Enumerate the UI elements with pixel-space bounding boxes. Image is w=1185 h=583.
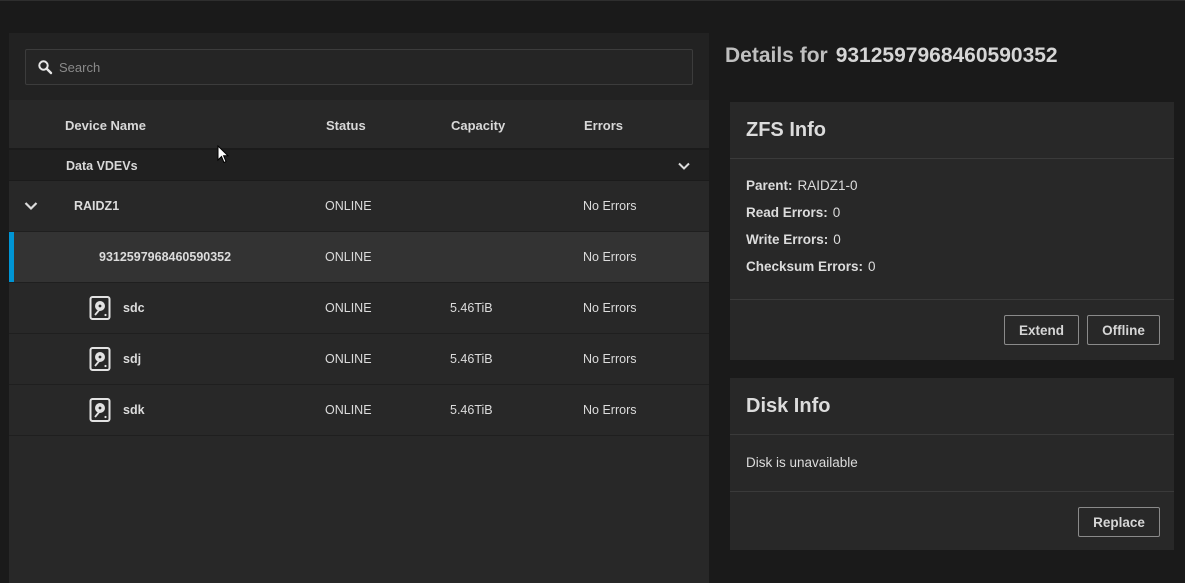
table-row-sdk[interactable]: sdk ONLINE 5.46TiB No Errors [9,385,709,436]
device-capacity: 5.46TiB [450,403,493,417]
device-errors: No Errors [583,199,637,213]
device-name: RAIDZ1 [74,199,120,213]
search-icon [37,59,53,75]
device-name: 9312597968460590352 [99,250,232,264]
details-prefix: Details for [725,44,828,67]
disk-info-body: Disk is unavailable [730,435,1174,491]
device-status: ONLINE [325,199,372,213]
field-label: Parent: [746,178,793,193]
device-name: sdk [123,403,145,417]
header-device-name[interactable]: Device Name [65,100,146,150]
offline-button[interactable]: Offline [1087,315,1160,345]
hard-disk-icon [89,347,111,371]
details-title: Details for 9312597968460590352 [725,44,1058,68]
disk-info-message: Disk is unavailable [746,455,858,470]
device-errors: No Errors [583,403,637,417]
table-header: Device Name Status Capacity Errors [9,100,709,150]
zfs-info-actions: Extend Offline [730,299,1174,359]
hard-disk-icon [89,296,111,320]
field-label: Read Errors: [746,205,828,220]
group-label: Data VDEVs [66,159,138,173]
chevron-down-icon[interactable] [23,198,39,214]
device-status: ONLINE [325,352,372,366]
extend-button[interactable]: Extend [1004,315,1079,345]
search-bar [9,33,709,100]
zfs-field-read-errors: Read Errors: 0 [746,199,1174,226]
field-value: 0 [833,232,841,247]
replace-button[interactable]: Replace [1078,507,1160,537]
details-device-id: 9312597968460590352 [835,44,1058,67]
group-data-vdevs[interactable]: Data VDEVs [9,150,709,181]
chevron-down-icon[interactable] [677,159,691,173]
field-label: Checksum Errors: [746,259,864,274]
hard-disk-icon [89,398,111,422]
header-errors[interactable]: Errors [584,100,623,150]
device-name: sdj [123,352,142,366]
disk-info-actions: Replace [730,491,1174,550]
device-capacity: 5.46TiB [450,352,493,366]
table-row-sdc[interactable]: sdc ONLINE 5.46TiB No Errors [9,283,709,334]
zfs-field-write-errors: Write Errors: 0 [746,226,1174,253]
device-status: ONLINE [325,250,372,264]
field-value: RAIDZ1-0 [797,178,858,193]
device-name: sdc [123,301,145,315]
device-errors: No Errors [583,250,637,264]
zfs-info-card: ZFS Info Parent: RAIDZ1-0 Read Errors: 0 W… [730,102,1174,360]
field-label: Write Errors: [746,232,829,247]
device-errors: No Errors [583,301,637,315]
field-value: 0 [868,259,876,274]
disk-info-card: Disk Info Disk is unavailable Replace [730,378,1174,550]
table-row-selected[interactable]: 9312597968460590352 ONLINE No Errors [9,232,709,283]
top-divider [0,0,1185,1]
mouse-cursor-icon [217,145,229,164]
zfs-field-parent: Parent: RAIDZ1-0 [746,172,1174,199]
device-errors: No Errors [583,352,637,366]
table-row-sdj[interactable]: sdj ONLINE 5.46TiB No Errors [9,334,709,385]
table-row-raidz1[interactable]: RAIDZ1 ONLINE No Errors [9,181,709,232]
device-status: ONLINE [325,301,372,315]
search-box[interactable] [25,49,693,85]
disk-info-title: Disk Info [730,378,1174,435]
zfs-info-title: ZFS Info [730,102,1174,159]
device-capacity: 5.46TiB [450,301,493,315]
header-status[interactable]: Status [326,100,366,150]
devices-panel: Device Name Status Capacity Errors Data … [9,33,709,583]
zfs-field-checksum-errors: Checksum Errors: 0 [746,253,1174,280]
header-capacity[interactable]: Capacity [451,100,505,150]
device-status: ONLINE [325,403,372,417]
field-value: 0 [832,205,841,220]
selection-indicator [9,232,14,282]
zfs-info-body: Parent: RAIDZ1-0 Read Errors: 0 Write Erro… [730,159,1174,299]
search-input[interactable] [59,50,692,84]
